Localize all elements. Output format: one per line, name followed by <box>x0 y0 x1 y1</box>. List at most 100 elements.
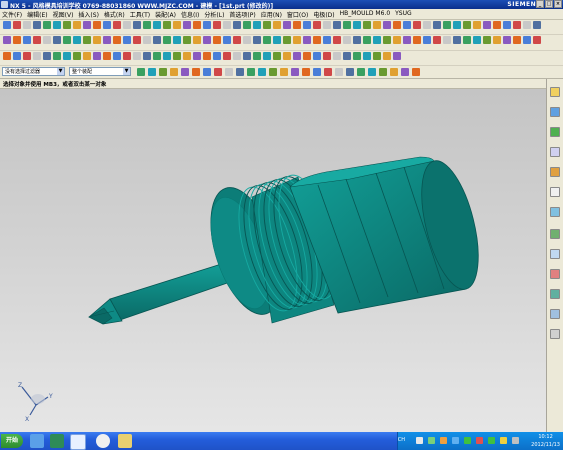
toolbar-icon[interactable] <box>43 52 51 60</box>
toolbar-icon[interactable] <box>13 36 21 44</box>
tray-icon[interactable] <box>488 437 495 444</box>
toolbar-icon[interactable] <box>263 21 271 29</box>
toolbar-icon[interactable] <box>163 21 171 29</box>
toolbar-icon[interactable] <box>143 36 151 44</box>
toolbar-icon[interactable] <box>303 36 311 44</box>
toolbar-icon[interactable] <box>263 52 271 60</box>
toolbar-icon[interactable] <box>483 21 491 29</box>
toolbar-icon[interactable] <box>192 68 200 76</box>
toolbar-icon[interactable] <box>83 52 91 60</box>
toolbar-icon[interactable] <box>203 36 211 44</box>
toolbar-icon[interactable] <box>103 36 111 44</box>
toolbar-icon[interactable] <box>463 21 471 29</box>
tray-icon[interactable] <box>464 437 471 444</box>
toolbar-icon[interactable] <box>280 68 288 76</box>
toolbar-icon[interactable] <box>193 36 201 44</box>
toolbar-icon[interactable] <box>33 21 41 29</box>
toolbar-icon[interactable] <box>233 36 241 44</box>
toolbar-icon[interactable] <box>53 36 61 44</box>
toolbar-icon[interactable] <box>493 36 501 44</box>
menu-assembly[interactable]: 装配(A) <box>155 10 176 19</box>
toolbar-icon[interactable] <box>473 21 481 29</box>
toolbar-icon[interactable] <box>173 21 181 29</box>
toolbar-icon[interactable] <box>193 21 201 29</box>
toolbar-icon[interactable] <box>143 21 151 29</box>
toolbar-icon[interactable] <box>83 21 91 29</box>
toolbar-icon[interactable] <box>302 68 310 76</box>
toolbar-icon[interactable] <box>23 36 31 44</box>
toolbar-icon[interactable] <box>113 52 121 60</box>
toolbar-icon[interactable] <box>113 36 121 44</box>
toolbar-icon[interactable] <box>23 52 31 60</box>
start-button[interactable]: 开始 <box>1 434 23 448</box>
toolbar-icon[interactable] <box>353 52 361 60</box>
menu-preferences[interactable]: 首选项(P) <box>229 10 255 19</box>
toolbar-icon[interactable] <box>181 68 189 76</box>
toolbar-icon[interactable] <box>203 68 211 76</box>
resource-tab-icon[interactable] <box>550 309 560 319</box>
resource-tab-icon[interactable] <box>550 269 560 279</box>
toolbar-icon[interactable] <box>523 36 531 44</box>
toolbar-icon[interactable] <box>213 52 221 60</box>
toolbar-icon[interactable] <box>353 36 361 44</box>
toolbar-icon[interactable] <box>3 21 11 29</box>
toolbar-icon[interactable] <box>137 68 145 76</box>
minimize-button[interactable]: _ <box>536 0 544 8</box>
toolbar-icon[interactable] <box>53 21 61 29</box>
toolbar-icon[interactable] <box>323 21 331 29</box>
toolbar-icon[interactable] <box>43 21 51 29</box>
toolbar-icon[interactable] <box>3 52 11 60</box>
toolbar-icon[interactable] <box>213 36 221 44</box>
toolbar-icon[interactable] <box>183 21 191 29</box>
toolbar-icon[interactable] <box>324 68 332 76</box>
toolbar-icon[interactable] <box>291 68 299 76</box>
toolbar-icon[interactable] <box>453 36 461 44</box>
toolbar-icon[interactable] <box>258 68 266 76</box>
toolbar-icon[interactable] <box>73 36 81 44</box>
graphics-window[interactable]: Z Y X <box>0 89 546 432</box>
toolbar-icon[interactable] <box>233 52 241 60</box>
toolbar-icon[interactable] <box>333 21 341 29</box>
toolbar-icon[interactable] <box>443 36 451 44</box>
toolbar-icon[interactable] <box>243 21 251 29</box>
menu-info[interactable]: 信息(I) <box>181 10 199 19</box>
menu-view[interactable]: 视图(V) <box>53 10 74 19</box>
toolbar-icon[interactable] <box>148 68 156 76</box>
toolbar-icon[interactable] <box>313 68 321 76</box>
toolbar-icon[interactable] <box>453 21 461 29</box>
toolbar-icon[interactable] <box>103 21 111 29</box>
toolbar-icon[interactable] <box>63 36 71 44</box>
tray-icon[interactable] <box>440 437 447 444</box>
menu-tools[interactable]: 工具(T) <box>130 10 150 19</box>
toolbar-icon[interactable] <box>143 52 151 60</box>
toolbar-icon[interactable] <box>293 36 301 44</box>
toolbar-icon[interactable] <box>73 52 81 60</box>
tray-icon[interactable] <box>500 437 507 444</box>
toolbar-icon[interactable] <box>33 52 41 60</box>
toolbar-icon[interactable] <box>293 21 301 29</box>
toolbar-icon[interactable] <box>193 52 201 60</box>
toolbar-icon[interactable] <box>133 21 141 29</box>
toolbar-icon[interactable] <box>368 68 376 76</box>
resource-tab-icon[interactable] <box>550 329 560 339</box>
toolbar-icon[interactable] <box>163 52 171 60</box>
toolbar-icon[interactable] <box>223 21 231 29</box>
toolbar-icon[interactable] <box>253 36 261 44</box>
toolbar-icon[interactable] <box>113 21 121 29</box>
model-canvas[interactable]: Z Y X <box>0 89 546 432</box>
resource-tab-icon[interactable] <box>550 87 560 97</box>
toolbar-icon[interactable] <box>293 52 301 60</box>
toolbar-icon[interactable] <box>303 21 311 29</box>
toolbar-icon[interactable] <box>133 36 141 44</box>
quick-launch-icon[interactable] <box>50 434 64 448</box>
toolbar-icon[interactable] <box>393 52 401 60</box>
toolbar-icon[interactable] <box>323 36 331 44</box>
menu-electrode[interactable]: 电极(D) <box>313 10 334 19</box>
toolbar-icon[interactable] <box>373 52 381 60</box>
menu-format[interactable]: 格式(R) <box>104 10 125 19</box>
toolbar-icon[interactable] <box>183 36 191 44</box>
toolbar-icon[interactable] <box>243 36 251 44</box>
toolbar-icon[interactable] <box>153 52 161 60</box>
toolbar-icon[interactable] <box>163 36 171 44</box>
toolbar-icon[interactable] <box>333 52 341 60</box>
